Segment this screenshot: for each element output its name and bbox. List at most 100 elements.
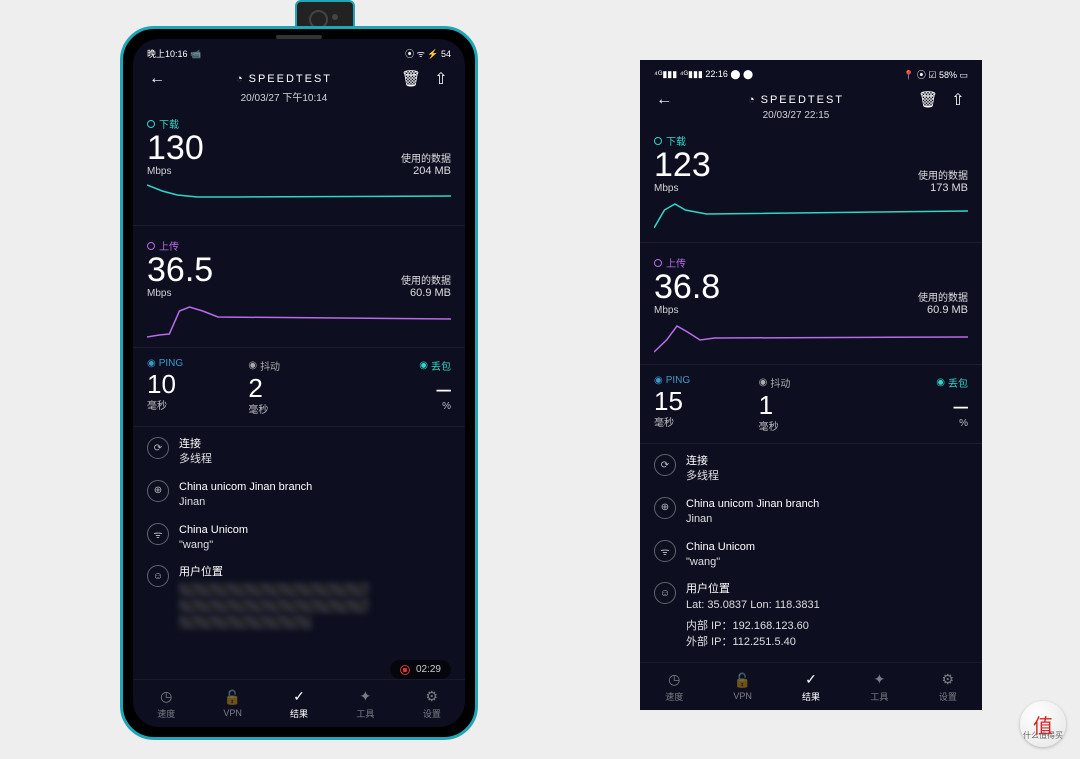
record-icon	[400, 665, 410, 675]
download-unit: Mbps	[147, 166, 204, 177]
gauge-icon: ◷	[668, 671, 680, 688]
status-bar: 晚上10:16 📹 ⦿ ᯤ ⚡ 54	[133, 43, 465, 63]
connection-icon: ⟳	[654, 454, 676, 476]
download-speed: 130	[147, 131, 204, 165]
smzdm-watermark: 值 什么值得买	[1020, 701, 1066, 747]
user-icon: ☺	[147, 565, 169, 587]
download-graph	[654, 196, 968, 234]
upload-speed: 36.8	[654, 270, 720, 304]
ping-section: ◉PING 15 毫秒 ◉抖动 1 毫秒 ◉丢包 – %	[640, 369, 982, 439]
gear-icon: ⚙	[426, 688, 439, 705]
upload-used-label: 使用的数据	[401, 272, 451, 287]
upload-unit: Mbps	[147, 288, 213, 299]
left-device: 晚上10:16 📹 ⦿ ᯤ ⚡ 54 ← ◔ SPEEDTEST 20/03/2…	[120, 0, 478, 740]
jitter-value: 1	[759, 392, 864, 418]
redacted-line	[179, 583, 369, 597]
gauge-icon: ◷	[160, 688, 172, 705]
status-left: 晚上10:16 📹	[147, 47, 201, 60]
location-row[interactable]: ☺ 用户位置	[133, 559, 465, 636]
tab-results[interactable]: ✓结果	[266, 680, 332, 727]
right-device: ⁴ᴳ▮▮▮ ⁴ᴳ▮▮▮ 22:16 ⬤ ⬤ 📍 ⦿ ☑ 58% ▭ ← ◔ SP…	[640, 60, 982, 710]
upload-speed: 36.5	[147, 253, 213, 287]
loss-value: –	[350, 375, 451, 401]
result-timestamp: 20/03/27 22:15	[674, 110, 918, 121]
user-icon: ☺	[654, 582, 676, 604]
upload-used-label: 使用的数据	[918, 289, 968, 304]
right-screen: ⁴ᴳ▮▮▮ ⁴ᴳ▮▮▮ 22:16 ⬤ ⬤ 📍 ⦿ ☑ 58% ▭ ← ◔ SP…	[640, 60, 982, 710]
globe-icon: ⊕	[654, 497, 676, 519]
ping-value: 15	[654, 388, 759, 414]
upload-icon	[147, 242, 155, 250]
tab-results[interactable]: ✓结果	[777, 663, 845, 710]
back-button[interactable]: ←	[654, 90, 674, 110]
status-right: 📍 ⦿ ☑ 58% ▭	[903, 68, 968, 81]
connection-row[interactable]: ⟳ 连接多线程	[640, 448, 982, 491]
upload-icon	[654, 259, 662, 267]
redacted-line	[179, 615, 312, 629]
app-header: ← ◔ SPEEDTEST 20/03/27 22:15 🗑 ⇧	[640, 84, 982, 125]
tab-settings[interactable]: ⚙设置	[914, 663, 982, 710]
connection-row[interactable]: ⟳ 连接多线程	[133, 431, 465, 474]
download-graph	[147, 179, 451, 217]
wifi-icon: ᯤ	[147, 523, 169, 545]
isp-row[interactable]: ⊕ China unicom Jinan branchJinan	[640, 491, 982, 534]
wand-icon: ✦	[874, 671, 886, 688]
globe-icon: ⊕	[147, 480, 169, 502]
upload-unit: Mbps	[654, 305, 720, 316]
loss-value: –	[863, 392, 968, 418]
upload-graph	[147, 301, 451, 339]
tab-speed[interactable]: ◷速度	[133, 680, 199, 727]
download-used-value: 173 MB	[918, 182, 968, 194]
back-button[interactable]: ←	[147, 69, 167, 89]
location-coords: Lat: 35.0837 Lon: 118.3831	[686, 598, 820, 613]
status-left: ⁴ᴳ▮▮▮ ⁴ᴳ▮▮▮ 22:16 ⬤ ⬤	[654, 69, 753, 80]
check-icon: ✓	[293, 688, 305, 705]
check-icon: ✓	[805, 671, 817, 688]
tab-tools[interactable]: ✦工具	[332, 680, 398, 727]
upload-used-value: 60.9 MB	[401, 287, 451, 299]
delete-button[interactable]: 🗑	[918, 90, 938, 110]
status-bar: ⁴ᴳ▮▮▮ ⁴ᴳ▮▮▮ 22:16 ⬤ ⬤ 📍 ⦿ ☑ 58% ▭	[640, 64, 982, 84]
download-used-label: 使用的数据	[918, 167, 968, 182]
ping-section: ◉PING 10 毫秒 ◉抖动 2 毫秒 ◉丢包 – %	[133, 352, 465, 422]
lock-icon: 🔓	[734, 672, 751, 689]
upload-section: 上传 36.8 Mbps 使用的数据 60.9 MB	[640, 247, 982, 360]
external-ip: 外部 IP：112.251.5.40	[686, 635, 820, 650]
upload-used-value: 60.9 MB	[918, 304, 968, 316]
redacted-line	[179, 599, 369, 613]
tab-bar: ◷速度 🔓VPN ✓结果 ✦工具 ⚙设置	[640, 662, 982, 710]
download-used-label: 使用的数据	[401, 150, 451, 165]
download-section: 下载 130 Mbps 使用的数据 204 MB	[133, 108, 465, 221]
tab-vpn[interactable]: 🔓VPN	[199, 680, 265, 727]
tab-settings[interactable]: ⚙设置	[399, 680, 465, 727]
isp-row[interactable]: ⊕ China unicom Jinan branchJinan	[133, 474, 465, 517]
location-row[interactable]: ☺ 用户位置 Lat: 35.0837 Lon: 118.3831 内部 IP：…	[640, 576, 982, 656]
share-button[interactable]: ⇧	[948, 90, 968, 110]
wand-icon: ✦	[360, 688, 372, 705]
network-row[interactable]: ᯤ China Unicom"wang"	[133, 517, 465, 560]
recording-pill[interactable]: 02:29	[390, 660, 451, 679]
tab-tools[interactable]: ✦工具	[845, 663, 913, 710]
download-section: 下载 123 Mbps 使用的数据 173 MB	[640, 125, 982, 238]
wifi-icon: ᯤ	[654, 540, 676, 562]
connection-icon: ⟳	[147, 437, 169, 459]
tab-speed[interactable]: ◷速度	[640, 663, 708, 710]
tab-vpn[interactable]: 🔓VPN	[708, 663, 776, 710]
download-unit: Mbps	[654, 183, 711, 194]
tab-bar: ◷速度 🔓VPN ✓结果 ✦工具 ⚙设置	[133, 679, 465, 727]
lock-icon: 🔓	[224, 689, 241, 706]
upload-section: 上传 36.5 Mbps 使用的数据 60.9 MB	[133, 230, 465, 343]
network-row[interactable]: ᯤ China Unicom"wang"	[640, 534, 982, 577]
download-speed: 123	[654, 148, 711, 182]
status-right: ⦿ ᯤ ⚡ 54	[405, 47, 451, 60]
download-icon	[147, 120, 155, 128]
share-button[interactable]: ⇧	[431, 69, 451, 89]
download-icon	[654, 137, 662, 145]
app-header: ← ◔ SPEEDTEST 20/03/27 下午10:14 🗑 ⇧	[133, 63, 465, 108]
upload-graph	[654, 318, 968, 356]
download-used-value: 204 MB	[401, 165, 451, 177]
jitter-value: 2	[248, 375, 349, 401]
app-title: ◔ SPEEDTEST	[748, 94, 844, 106]
gear-icon: ⚙	[942, 671, 955, 688]
delete-button[interactable]: 🗑	[401, 69, 421, 89]
